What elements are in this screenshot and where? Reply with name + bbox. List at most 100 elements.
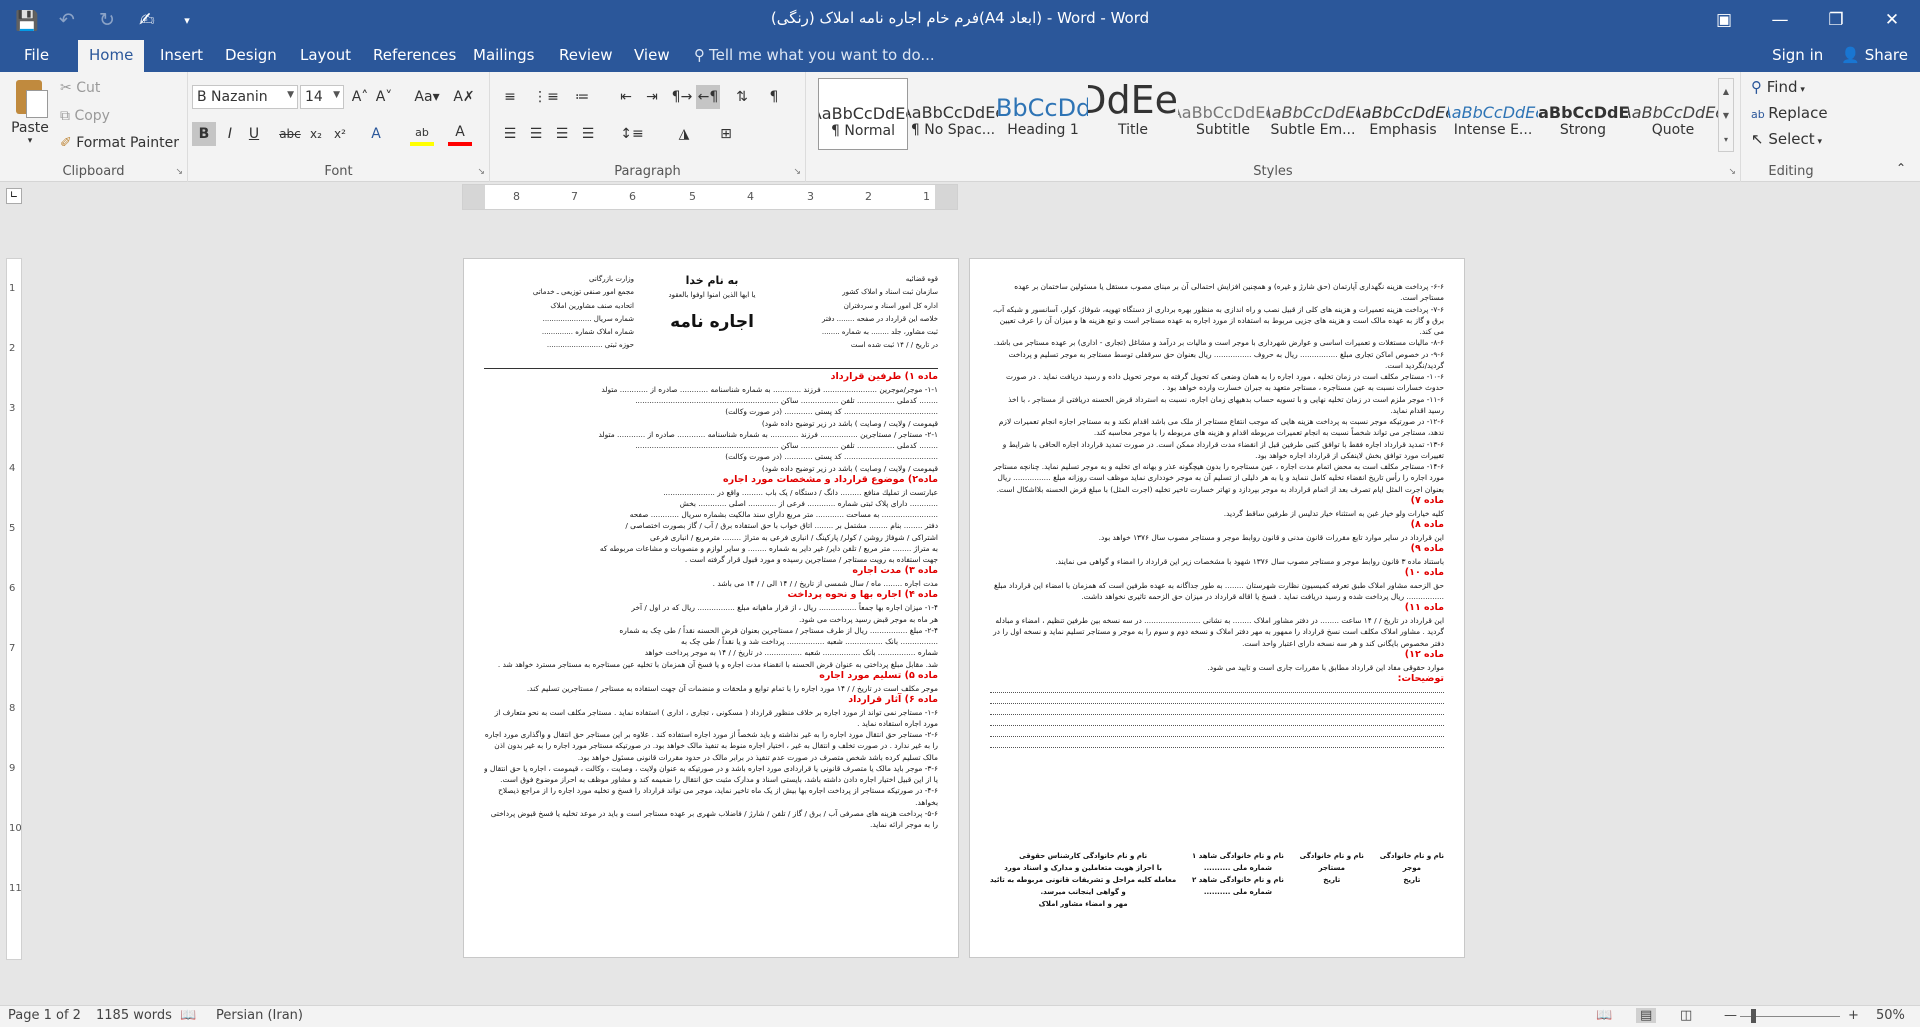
- decrease-indent-icon[interactable]: ⇤: [614, 85, 638, 109]
- scroll-up-icon[interactable]: ▲: [1723, 87, 1729, 96]
- align-center-icon[interactable]: ☰: [524, 122, 548, 146]
- increase-indent-icon[interactable]: ⇥: [640, 85, 664, 109]
- numbering-icon[interactable]: ⋮≡: [533, 85, 559, 109]
- show-formatting-icon[interactable]: ¶: [762, 85, 786, 109]
- sign-in-link[interactable]: Sign in: [1772, 46, 1823, 64]
- style-emphasis[interactable]: AaBbCcDdEeEmphasis: [1358, 78, 1448, 150]
- more-styles-icon[interactable]: ▾: [1724, 135, 1728, 144]
- tab-selector[interactable]: ∟: [6, 188, 22, 204]
- zoom-out-icon[interactable]: —: [1724, 1008, 1737, 1023]
- grow-font-icon[interactable]: A˄: [348, 85, 372, 109]
- align-right-icon[interactable]: ☰: [550, 122, 574, 146]
- zoom-slider-thumb[interactable]: [1751, 1009, 1756, 1023]
- style-intense-emphasis[interactable]: AaBbCcDdEeIntense E...: [1448, 78, 1538, 150]
- zoom-in-icon[interactable]: +: [1848, 1008, 1859, 1023]
- underline-icon[interactable]: U: [242, 122, 266, 146]
- font-name-dropdown[interactable]: B Nazanin ▼: [192, 85, 298, 109]
- document-page-1[interactable]: قوه قضائیه سازمان ثبت اسناد و املاک کشور ا…: [463, 258, 959, 958]
- style-subtle-emphasis[interactable]: AaBbCcDdEeSubtle Em...: [1268, 78, 1358, 150]
- restore-icon[interactable]: ❐: [1808, 0, 1864, 40]
- text-effects-icon[interactable]: A: [364, 122, 388, 146]
- paste-button[interactable]: Paste ▾: [8, 78, 52, 146]
- tab-view[interactable]: View: [634, 46, 670, 64]
- align-left-icon[interactable]: ☰: [498, 122, 522, 146]
- zoom-level[interactable]: 50%: [1876, 1008, 1905, 1023]
- copy-button[interactable]: ⧉ Copy: [60, 108, 110, 124]
- style-quote[interactable]: AaBbCcDdEeQuote: [1628, 78, 1718, 150]
- select-button[interactable]: ↖ Select ▾: [1751, 130, 1822, 148]
- cut-button[interactable]: ✂ Cut: [60, 80, 100, 96]
- line-spacing-icon[interactable]: ↕≡: [620, 122, 644, 146]
- font-size-dropdown[interactable]: 14 ▼: [300, 85, 344, 109]
- shrink-font-icon[interactable]: A˅: [372, 85, 396, 109]
- close-icon[interactable]: ✕: [1864, 0, 1920, 40]
- signature-line: نام و نام خانوادگی شاهد ۱: [1192, 852, 1284, 860]
- superscript-icon[interactable]: x²: [328, 122, 352, 146]
- ltr-direction-icon[interactable]: ¶→: [670, 85, 694, 109]
- touch-mode-icon[interactable]: ✍: [132, 6, 162, 34]
- style-strong[interactable]: AaBbCcDdEeStrong: [1538, 78, 1628, 150]
- italic-icon[interactable]: I: [218, 122, 242, 146]
- rtl-direction-icon[interactable]: ←¶: [696, 85, 720, 109]
- strikethrough-icon[interactable]: abc: [278, 122, 302, 146]
- vertical-ruler[interactable]: 1 2 3 4 5 6 7 8 9 10 11: [6, 258, 22, 960]
- ruler-number: 6: [629, 190, 636, 203]
- replace-button[interactable]: ab Replace: [1751, 104, 1828, 122]
- tab-mailings[interactable]: Mailings: [473, 46, 534, 64]
- ribbon-display-icon[interactable]: ▣: [1696, 0, 1752, 40]
- web-layout-icon[interactable]: ◫: [1680, 1008, 1692, 1023]
- redo-icon[interactable]: ↻: [92, 6, 122, 34]
- styles-launcher-icon[interactable]: ↘: [1728, 167, 1736, 177]
- style-heading-1[interactable]: AaBbCcDdEeHeading 1: [998, 78, 1088, 150]
- shading-icon[interactable]: ◮: [672, 122, 696, 146]
- proofing-icon[interactable]: 📖: [180, 1008, 196, 1023]
- bold-icon[interactable]: B: [192, 122, 216, 146]
- tab-references[interactable]: References: [373, 46, 456, 64]
- justify-icon[interactable]: ☰: [576, 122, 600, 146]
- bullets-icon[interactable]: ≡: [498, 85, 522, 109]
- tab-layout[interactable]: Layout: [300, 46, 351, 64]
- clear-formatting-icon[interactable]: A✗: [452, 85, 476, 109]
- style-normal[interactable]: AaBbCcDdEe¶ Normal: [818, 78, 908, 150]
- customize-qat-icon[interactable]: ▾: [172, 6, 202, 34]
- undo-icon[interactable]: ↶: [52, 6, 82, 34]
- paste-dropdown-icon[interactable]: ▾: [8, 136, 52, 146]
- tab-review[interactable]: Review: [559, 46, 613, 64]
- font-launcher-icon[interactable]: ↘: [477, 167, 485, 177]
- language-indicator[interactable]: Persian (Iran): [216, 1008, 303, 1023]
- clipboard-launcher-icon[interactable]: ↘: [175, 167, 183, 177]
- tab-design[interactable]: Design: [225, 46, 277, 64]
- document-page-2[interactable]: ۶-۶- پرداخت هزینه نگهداری آپارتمان (حق ش…: [969, 258, 1465, 958]
- style-subtitle[interactable]: AaBbCcDdEeSubtitle: [1178, 78, 1268, 150]
- horizontal-ruler[interactable]: 8 7 6 5 4 3 2 1: [462, 184, 958, 210]
- find-button[interactable]: ⚲ Find ▾: [1751, 78, 1805, 96]
- style-no-spacing[interactable]: AaBbCcDdEe¶ No Spac...: [908, 78, 998, 150]
- font-color-icon[interactable]: A: [448, 122, 472, 146]
- sort-icon[interactable]: ⇅: [730, 85, 754, 109]
- styles-scroll[interactable]: ▲ ▼ ▾: [1718, 78, 1734, 152]
- minimize-icon[interactable]: —: [1752, 0, 1808, 40]
- subscript-icon[interactable]: x₂: [304, 122, 328, 146]
- print-layout-icon[interactable]: ▤: [1636, 1008, 1657, 1023]
- save-icon[interactable]: 💾: [12, 6, 42, 34]
- ruler-number: 2: [9, 343, 16, 354]
- tell-me-box[interactable]: ⚲ Tell me what you want to do...: [694, 46, 935, 64]
- tab-insert[interactable]: Insert: [160, 46, 203, 64]
- tab-home[interactable]: Home: [78, 40, 145, 72]
- highlight-icon[interactable]: ab: [410, 122, 434, 146]
- collapse-ribbon-icon[interactable]: ⌃: [1896, 161, 1906, 175]
- word-count[interactable]: 1185 words: [96, 1008, 172, 1023]
- page-count[interactable]: Page 1 of 2: [8, 1008, 81, 1023]
- multilevel-list-icon[interactable]: ≔: [570, 85, 594, 109]
- header-line: اداره کل امور اسناد و سردفتران: [843, 301, 938, 310]
- style-title[interactable]: AaBbCcDdEeTitle: [1088, 78, 1178, 150]
- contract-line: ۱-۶- مستاجر نمی تواند از مورد اجاره بر خ…: [494, 707, 938, 728]
- format-painter-button[interactable]: ✐ Format Painter: [60, 135, 179, 151]
- share-button[interactable]: 👤 Share: [1841, 46, 1908, 64]
- tab-file[interactable]: File: [24, 46, 49, 64]
- read-mode-icon[interactable]: 📖: [1596, 1008, 1612, 1023]
- scroll-down-icon[interactable]: ▼: [1723, 111, 1729, 120]
- paragraph-launcher-icon[interactable]: ↘: [793, 167, 801, 177]
- borders-icon[interactable]: ⊞: [714, 122, 738, 146]
- change-case-icon[interactable]: Aa▾: [410, 85, 444, 109]
